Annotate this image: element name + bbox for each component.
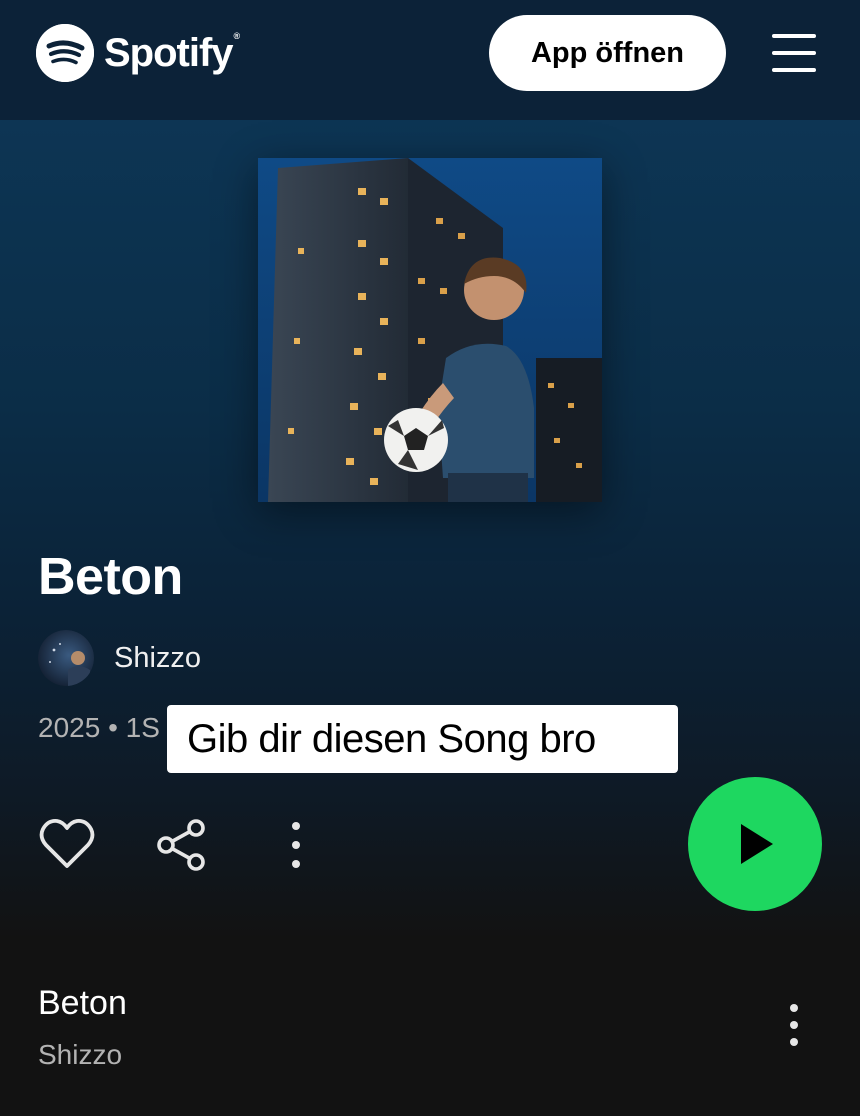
track-title: Beton [38,984,127,1022]
release-meta: 2025 • 1S [38,712,160,743]
share-icon[interactable] [154,818,210,877]
hamburger-menu-icon[interactable] [768,30,820,76]
overlay-caption: Gib dir diesen Song bro [167,705,678,773]
release-title: Beton [38,548,183,606]
top-bar: Spotify® App öffnen [0,0,860,120]
spotify-logo[interactable]: Spotify® [36,24,240,82]
heart-icon[interactable] [38,816,96,877]
more-vertical-icon[interactable] [784,1002,804,1057]
spotify-logo-icon [36,24,94,82]
album-cover-image [258,158,602,502]
open-app-button[interactable]: App öffnen [489,15,726,91]
play-icon [741,824,773,864]
more-vertical-icon[interactable] [286,820,306,875]
artist-link[interactable]: Shizzo [114,640,201,676]
brand-name: Spotify® [104,30,240,75]
artist-avatar[interactable] [38,630,94,686]
play-button[interactable] [688,777,822,911]
track-artist: Shizzo [38,1039,123,1070]
